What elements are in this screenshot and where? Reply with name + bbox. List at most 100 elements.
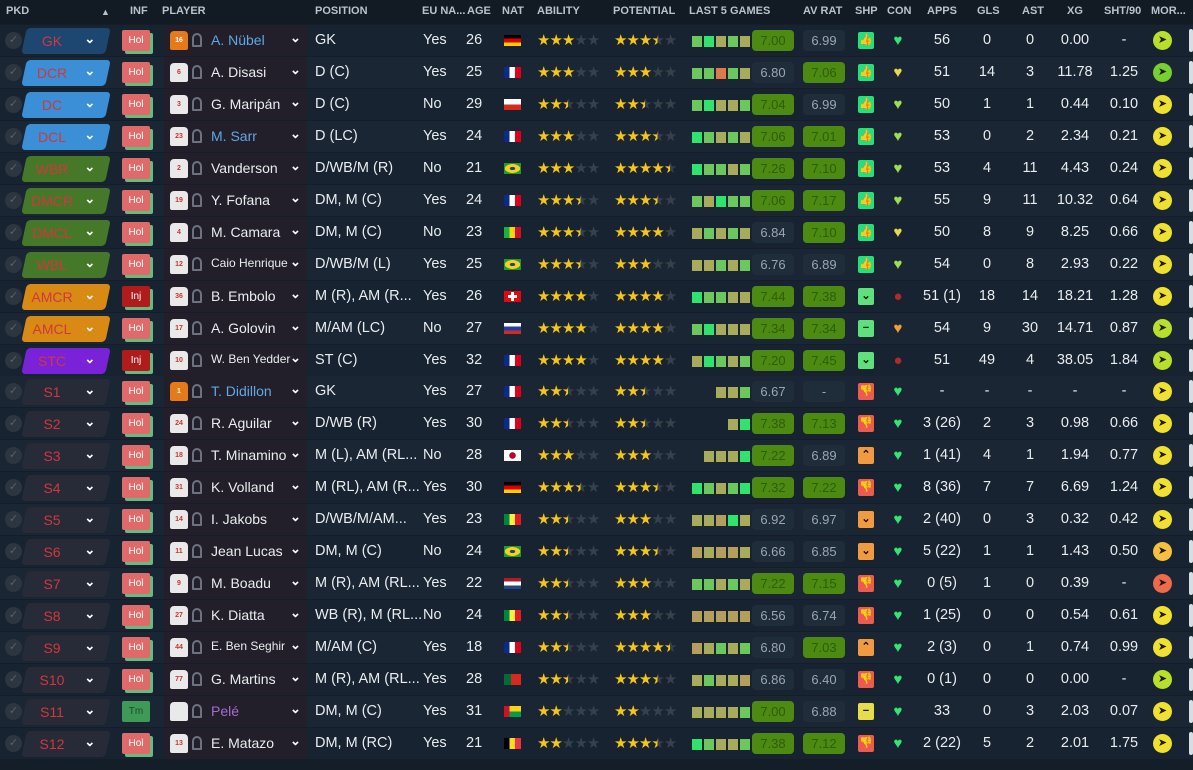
player-cell[interactable]: 9 M. Boadu ⌄ [164, 568, 307, 600]
col-morale[interactable]: MOR... [1151, 5, 1186, 17]
picked-checkbox[interactable]: ✓ [5, 319, 22, 337]
chevron-down-icon[interactable]: ⌄ [84, 574, 95, 590]
chevron-down-icon[interactable]: ⌄ [84, 670, 95, 686]
player-name[interactable]: A. Nübel [211, 32, 265, 48]
table-row[interactable]: ✓ S7 ⌄ Hol 9 M. Boadu ⌄ M (R), AM (RL... Yes 22 ★★… [0, 568, 1193, 600]
position-selector[interactable]: S1 ⌄ [21, 379, 111, 406]
col-avrat[interactable]: AV RAT [803, 5, 842, 17]
table-row[interactable]: ✓ DMCL ⌄ Hol 4 M. Camara ⌄ DM, M (C) No 23 ★★★★★ ★★… [0, 216, 1193, 248]
player-name[interactable]: K. Volland [211, 479, 274, 495]
player-cell[interactable]: 17 A. Golovin ⌄ [164, 312, 307, 344]
chevron-down-icon[interactable]: ⌄ [290, 445, 301, 461]
player-cell[interactable]: 6 A. Disasi ⌄ [164, 56, 307, 88]
col-pkd[interactable]: PKD [6, 5, 29, 17]
table-row[interactable]: ✓ S9 ⌄ Hol 44 E. Ben Seghir ⌄ M/AM (C) Yes 18 ★★★★… [0, 632, 1193, 664]
position-selector[interactable]: WBR ⌄ [21, 155, 111, 182]
picked-checkbox[interactable]: ✓ [5, 159, 22, 177]
player-cell[interactable]: 13 E. Matazo ⌄ [164, 727, 307, 759]
picked-checkbox[interactable]: ✓ [5, 575, 22, 593]
picked-checkbox[interactable]: ✓ [5, 511, 22, 529]
player-cell[interactable]: 31 K. Volland ⌄ [164, 472, 307, 504]
chevron-down-icon[interactable]: ⌄ [84, 414, 95, 430]
position-selector[interactable]: AMCR ⌄ [21, 283, 111, 310]
chevron-down-icon[interactable]: ⌄ [290, 413, 301, 429]
picked-checkbox[interactable]: ✓ [5, 383, 22, 401]
chevron-down-icon[interactable]: ⌄ [290, 350, 301, 366]
player-cell[interactable]: 16 A. Nübel ⌄ [164, 25, 307, 56]
chevron-down-icon[interactable]: ⌄ [84, 351, 95, 367]
chevron-down-icon[interactable]: ⌄ [84, 127, 95, 143]
player-name[interactable]: Pelé [211, 703, 239, 719]
player-name[interactable]: Vanderson [211, 160, 278, 176]
player-name[interactable]: R. Aguilar [211, 415, 272, 431]
player-cell[interactable]: 3 G. Maripán ⌄ [164, 88, 307, 120]
player-name[interactable]: E. Ben Seghir [211, 639, 285, 653]
player-name[interactable]: G. Martins [211, 671, 276, 687]
picked-checkbox[interactable]: ✓ [5, 255, 22, 273]
player-cell[interactable]: Pelé ⌄ [164, 695, 307, 727]
table-row[interactable]: ✓ S3 ⌄ Hol 18 T. Minamino ⌄ M (L), AM (RL... No 2… [0, 440, 1193, 472]
player-name[interactable]: Jean Lucas [211, 543, 283, 559]
table-row[interactable]: ✓ S5 ⌄ Hol 14 I. Jakobs ⌄ D/WB/M/AM... Yes 23 ★★★★… [0, 504, 1193, 536]
table-row[interactable]: ✓ GK ⌄ Hol 16 A. Nübel ⌄ GK Yes 26 ★★★★★ ★★★★★ 7.00 6… [0, 25, 1193, 56]
player-name[interactable]: T. Minamino [211, 447, 286, 463]
chevron-down-icon[interactable]: ⌄ [290, 318, 301, 334]
player-name[interactable]: K. Diatta [211, 607, 265, 623]
player-cell[interactable]: 27 K. Diatta ⌄ [164, 600, 307, 632]
chevron-down-icon[interactable]: ⌄ [290, 286, 301, 302]
player-name[interactable]: Y. Fofana [211, 192, 270, 208]
picked-checkbox[interactable]: ✓ [5, 639, 22, 657]
chevron-down-icon[interactable]: ⌄ [84, 510, 95, 526]
player-name[interactable]: I. Jakobs [211, 511, 267, 527]
position-selector[interactable]: S8 ⌄ [21, 603, 111, 630]
player-cell[interactable]: 24 R. Aguilar ⌄ [164, 408, 307, 440]
chevron-down-icon[interactable]: ⌄ [290, 733, 301, 749]
position-selector[interactable]: DCL ⌄ [21, 123, 111, 150]
table-row[interactable]: ✓ S6 ⌄ Hol 11 Jean Lucas ⌄ DM, M (C) No 24 ★★★★★ ★★… [0, 536, 1193, 568]
player-name[interactable]: E. Matazo [211, 735, 274, 751]
table-row[interactable]: ✓ S2 ⌄ Hol 24 R. Aguilar ⌄ D/WB (R) Yes 30 ★★★★★ ★★… [0, 408, 1193, 440]
position-selector[interactable]: AMCL ⌄ [21, 315, 111, 342]
player-name[interactable]: T. Didillon [211, 383, 272, 399]
col-apps[interactable]: APPS [927, 5, 957, 17]
player-cell[interactable]: 18 T. Minamino ⌄ [164, 440, 307, 472]
chevron-down-icon[interactable]: ⌄ [290, 190, 301, 206]
player-cell[interactable]: 10 W. Ben Yedder ⌄ [164, 344, 307, 376]
chevron-down-icon[interactable]: ⌄ [84, 446, 95, 462]
chevron-down-icon[interactable]: ⌄ [84, 223, 95, 239]
table-row[interactable]: ✓ S11 ⌄ Tm Pelé ⌄ DM, M (C) Yes 31 ★★★★★ ★★★★★ 7.00… [0, 695, 1193, 727]
player-name[interactable]: M. Sarr [211, 128, 257, 144]
player-name[interactable]: M. Boadu [211, 575, 271, 591]
picked-checkbox[interactable]: ✓ [5, 734, 22, 752]
player-name[interactable]: W. Ben Yedder [211, 352, 290, 366]
chevron-down-icon[interactable]: ⌄ [290, 94, 301, 110]
player-cell[interactable]: 44 E. Ben Seghir ⌄ [164, 632, 307, 664]
chevron-down-icon[interactable]: ⌄ [84, 638, 95, 654]
player-name[interactable]: A. Disasi [211, 64, 266, 80]
position-selector[interactable]: S2 ⌄ [21, 411, 111, 438]
player-name[interactable]: B. Embolo [211, 288, 276, 304]
chevron-down-icon[interactable]: ⌄ [84, 31, 95, 47]
col-sht90[interactable]: SHT/90 [1104, 5, 1141, 17]
table-row[interactable]: ✓ S1 ⌄ Hol 1 T. Didillon ⌄ GK Yes 27 ★★★★★ ★★★★★ 6.6… [0, 376, 1193, 408]
chevron-down-icon[interactable]: ⌄ [290, 381, 301, 397]
chevron-down-icon[interactable]: ⌄ [290, 158, 301, 174]
chevron-down-icon[interactable]: ⌄ [84, 287, 95, 303]
chevron-down-icon[interactable]: ⌄ [84, 95, 95, 111]
col-age[interactable]: AGE [467, 5, 491, 17]
picked-checkbox[interactable]: ✓ [5, 543, 22, 561]
position-selector[interactable]: S6 ⌄ [21, 539, 111, 566]
chevron-down-icon[interactable]: ⌄ [84, 63, 95, 79]
col-nat[interactable]: NAT [502, 5, 524, 17]
picked-checkbox[interactable]: ✓ [5, 702, 22, 720]
chevron-down-icon[interactable]: ⌄ [290, 669, 301, 685]
table-row[interactable]: ✓ S12 ⌄ Hol 13 E. Matazo ⌄ DM, M (RC) Yes 21 ★★★★★… [0, 727, 1193, 759]
chevron-down-icon[interactable]: ⌄ [290, 605, 301, 621]
position-selector[interactable]: S5 ⌄ [21, 507, 111, 534]
table-row[interactable]: ✓ S4 ⌄ Hol 31 K. Volland ⌄ M (RL), AM (R... Yes 3… [0, 472, 1193, 504]
picked-checkbox[interactable]: ✓ [5, 63, 22, 81]
chevron-down-icon[interactable]: ⌄ [290, 477, 301, 493]
col-ability[interactable]: ABILITY [537, 5, 580, 17]
col-inf[interactable]: INF [130, 5, 148, 17]
table-row[interactable]: ✓ AMCR ⌄ Inj 36 B. Embolo ⌄ M (R), AM (R... Yes 2… [0, 280, 1193, 312]
